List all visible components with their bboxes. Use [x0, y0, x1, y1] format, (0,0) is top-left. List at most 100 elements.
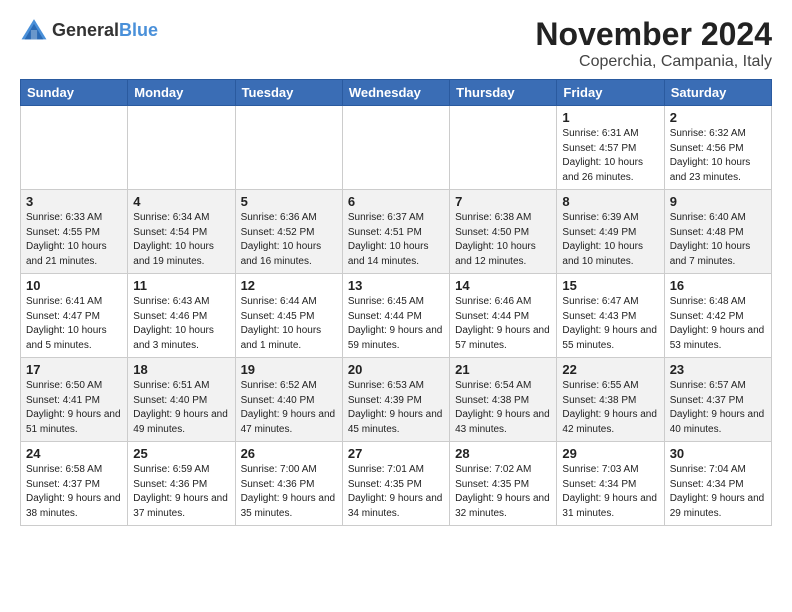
day-info: Sunrise: 6:34 AMSunset: 4:54 PMDaylight:… — [133, 211, 229, 269]
day-info: Sunrise: 6:41 AMSunset: 4:47 PMDaylight:… — [26, 295, 122, 353]
calendar-cell: 28Sunrise: 7:02 AMSunset: 4:35 PMDayligh… — [450, 442, 557, 526]
calendar-cell: 19Sunrise: 6:52 AMSunset: 4:40 PMDayligh… — [235, 358, 342, 442]
calendar-cell: 17 Sunrise: 6:50 AMSunset: 4:41 PMDayligh… — [21, 358, 128, 442]
day-number: 15 — [562, 278, 658, 293]
calendar-cell: 4Sunrise: 6:34 AMSunset: 4:54 PMDaylight… — [128, 190, 235, 274]
calendar-cell: 18Sunrise: 6:51 AMSunset: 4:40 PMDayligh… — [128, 358, 235, 442]
header-saturday: Saturday — [664, 80, 771, 106]
day-info: Sunrise: 6:57 AMSunset: 4:37 PMDaylight:… — [670, 379, 766, 437]
day-number: 16 — [670, 278, 766, 293]
day-number: 1 — [562, 110, 658, 125]
day-number: 23 — [670, 362, 766, 377]
day-number: 29 — [562, 446, 658, 461]
day-number: 9 — [670, 194, 766, 209]
week-row-2: 3Sunrise: 6:33 AMSunset: 4:55 PMDaylight… — [21, 190, 772, 274]
logo-blue: Blue — [119, 20, 158, 40]
day-info: Sunrise: 7:02 AMSunset: 4:35 PMDaylight:… — [455, 463, 551, 521]
calendar-cell: 6 Sunrise: 6:37 AMSunset: 4:51 PMDaylight… — [342, 190, 449, 274]
day-info: Sunrise: 6:40 AMSunset: 4:48 PMDaylight:… — [670, 211, 766, 269]
day-info: Sunrise: 6:47 AMSunset: 4:43 PMDaylight:… — [562, 295, 658, 353]
day-info: Sunrise: 6:55 AMSunset: 4:38 PMDaylight:… — [562, 379, 658, 437]
day-number: 22 — [562, 362, 658, 377]
logo-general: General — [52, 20, 119, 40]
day-info: Sunrise: 6:54 AMSunset: 4:38 PMDaylight:… — [455, 379, 551, 437]
day-number: 13 — [348, 278, 444, 293]
day-number: 30 — [670, 446, 766, 461]
calendar-cell: 13 Sunrise: 6:45 AMSunset: 4:44 PMDayligh… — [342, 274, 449, 358]
header-sunday: Sunday — [21, 80, 128, 106]
day-number: 19 — [241, 362, 337, 377]
day-info: Sunrise: 6:53 AMSunset: 4:39 PMDaylight:… — [348, 379, 444, 437]
calendar-cell: 3Sunrise: 6:33 AMSunset: 4:55 PMDaylight… — [21, 190, 128, 274]
day-info: Sunrise: 6:48 AMSunset: 4:42 PMDaylight:… — [670, 295, 766, 353]
day-number: 17 — [26, 362, 122, 377]
day-info: Sunrise: 6:59 AMSunset: 4:36 PMDaylight:… — [133, 463, 229, 521]
calendar-cell — [21, 106, 128, 190]
day-info: Sunrise: 7:03 AMSunset: 4:34 PMDaylight:… — [562, 463, 658, 521]
calendar-cell: 16 Sunrise: 6:48 AMSunset: 4:42 PMDayligh… — [664, 274, 771, 358]
header-monday: Monday — [128, 80, 235, 106]
calendar-cell — [450, 106, 557, 190]
day-info: Sunrise: 7:01 AMSunset: 4:35 PMDaylight:… — [348, 463, 444, 521]
calendar-cell: 9 Sunrise: 6:40 AMSunset: 4:48 PMDaylight… — [664, 190, 771, 274]
day-info: Sunrise: 6:51 AMSunset: 4:40 PMDaylight:… — [133, 379, 229, 437]
calendar-cell: 7 Sunrise: 6:38 AMSunset: 4:50 PMDaylight… — [450, 190, 557, 274]
calendar-cell: 8 Sunrise: 6:39 AMSunset: 4:49 PMDaylight… — [557, 190, 664, 274]
calendar-cell: 27 Sunrise: 7:01 AMSunset: 4:35 PMDayligh… — [342, 442, 449, 526]
day-number: 11 — [133, 278, 229, 293]
calendar-cell: 30 Sunrise: 7:04 AMSunset: 4:34 PMDayligh… — [664, 442, 771, 526]
day-number: 3 — [26, 194, 122, 209]
calendar-cell: 15 Sunrise: 6:47 AMSunset: 4:43 PMDayligh… — [557, 274, 664, 358]
calendar-cell: 24 Sunrise: 6:58 AMSunset: 4:37 PMDayligh… — [21, 442, 128, 526]
day-info: Sunrise: 6:32 AMSunset: 4:56 PMDaylight:… — [670, 127, 766, 185]
week-row-4: 17 Sunrise: 6:50 AMSunset: 4:41 PMDayligh… — [21, 358, 772, 442]
day-info: Sunrise: 6:44 AMSunset: 4:45 PMDaylight:… — [241, 295, 337, 353]
calendar-cell: 20 Sunrise: 6:53 AMSunset: 4:39 PMDayligh… — [342, 358, 449, 442]
day-info: Sunrise: 6:39 AMSunset: 4:49 PMDaylight:… — [562, 211, 658, 269]
day-info: Sunrise: 6:50 AMSunset: 4:41 PMDaylight:… — [26, 379, 122, 437]
day-number: 26 — [241, 446, 337, 461]
day-number: 7 — [455, 194, 551, 209]
day-number: 25 — [133, 446, 229, 461]
week-row-5: 24 Sunrise: 6:58 AMSunset: 4:37 PMDayligh… — [21, 442, 772, 526]
day-number: 21 — [455, 362, 551, 377]
header: GeneralBlue November 2024 Coperchia, Cam… — [20, 16, 772, 71]
logo: GeneralBlue — [20, 16, 158, 44]
calendar-cell: 11Sunrise: 6:43 AMSunset: 4:46 PMDayligh… — [128, 274, 235, 358]
day-number: 14 — [455, 278, 551, 293]
header-tuesday: Tuesday — [235, 80, 342, 106]
calendar-cell — [128, 106, 235, 190]
calendar-cell: 26Sunrise: 7:00 AMSunset: 4:36 PMDayligh… — [235, 442, 342, 526]
week-row-3: 10Sunrise: 6:41 AMSunset: 4:47 PMDayligh… — [21, 274, 772, 358]
calendar-cell: 21 Sunrise: 6:54 AMSunset: 4:38 PMDayligh… — [450, 358, 557, 442]
header-row: SundayMondayTuesdayWednesdayThursdayFrid… — [21, 80, 772, 106]
day-info: Sunrise: 7:04 AMSunset: 4:34 PMDaylight:… — [670, 463, 766, 521]
day-number: 20 — [348, 362, 444, 377]
day-info: Sunrise: 6:31 AMSunset: 4:57 PMDaylight:… — [562, 127, 658, 185]
calendar-cell: 1 Sunrise: 6:31 AMSunset: 4:57 PMDaylight… — [557, 106, 664, 190]
day-info: Sunrise: 6:45 AMSunset: 4:44 PMDaylight:… — [348, 295, 444, 353]
day-number: 24 — [26, 446, 122, 461]
calendar-cell: 12Sunrise: 6:44 AMSunset: 4:45 PMDayligh… — [235, 274, 342, 358]
title-block: November 2024 Coperchia, Campania, Italy — [535, 16, 772, 71]
day-info: Sunrise: 6:37 AMSunset: 4:51 PMDaylight:… — [348, 211, 444, 269]
week-row-1: 1 Sunrise: 6:31 AMSunset: 4:57 PMDaylight… — [21, 106, 772, 190]
calendar-cell: 29 Sunrise: 7:03 AMSunset: 4:34 PMDayligh… — [557, 442, 664, 526]
day-number: 2 — [670, 110, 766, 125]
day-number: 8 — [562, 194, 658, 209]
day-info: Sunrise: 6:38 AMSunset: 4:50 PMDaylight:… — [455, 211, 551, 269]
logo-icon — [20, 16, 48, 44]
day-number: 5 — [241, 194, 337, 209]
calendar-cell — [235, 106, 342, 190]
page: GeneralBlue November 2024 Coperchia, Cam… — [0, 0, 792, 536]
calendar-cell — [342, 106, 449, 190]
page-title: November 2024 — [535, 16, 772, 53]
day-info: Sunrise: 6:36 AMSunset: 4:52 PMDaylight:… — [241, 211, 337, 269]
calendar-cell: 2 Sunrise: 6:32 AMSunset: 4:56 PMDaylight… — [664, 106, 771, 190]
day-info: Sunrise: 6:58 AMSunset: 4:37 PMDaylight:… — [26, 463, 122, 521]
calendar-cell: 22 Sunrise: 6:55 AMSunset: 4:38 PMDayligh… — [557, 358, 664, 442]
header-wednesday: Wednesday — [342, 80, 449, 106]
calendar-cell: 14Sunrise: 6:46 AMSunset: 4:44 PMDayligh… — [450, 274, 557, 358]
day-number: 6 — [348, 194, 444, 209]
day-number: 27 — [348, 446, 444, 461]
